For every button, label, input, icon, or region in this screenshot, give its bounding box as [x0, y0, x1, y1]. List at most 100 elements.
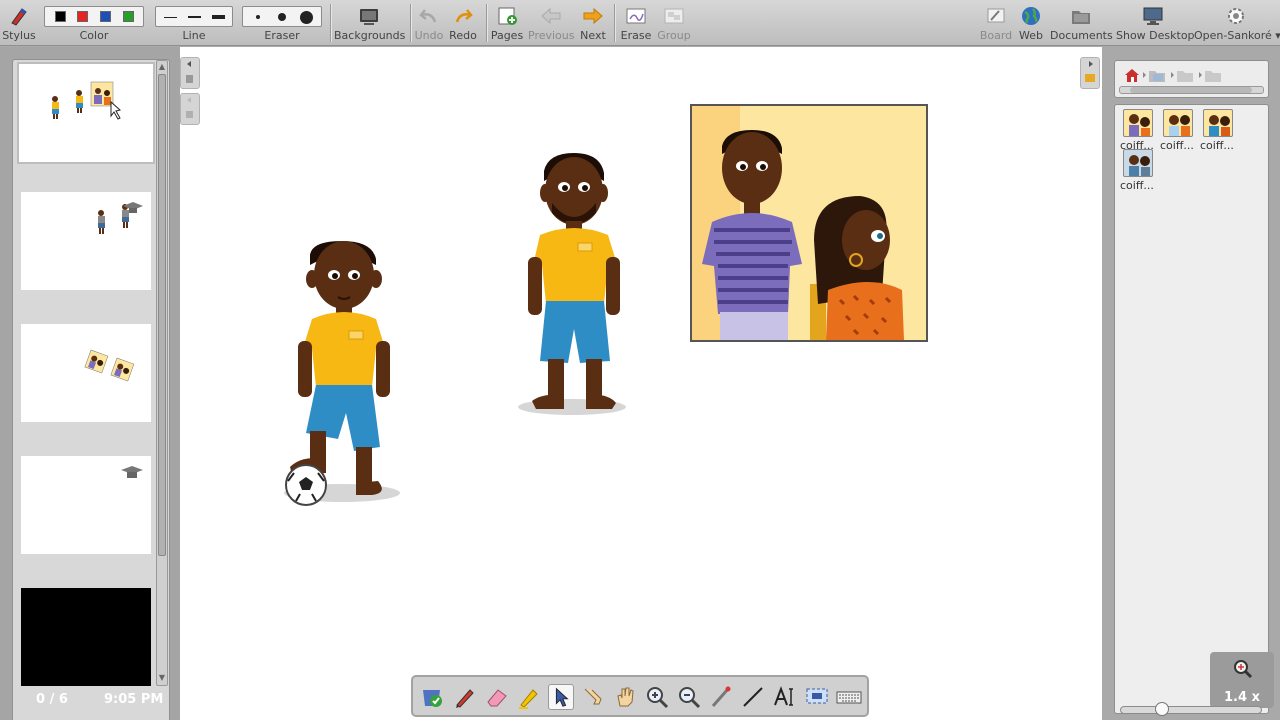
- scroll-up-arrow-icon[interactable]: ▲: [158, 62, 166, 72]
- pen-icon: [456, 689, 474, 708]
- erase-button[interactable]: Erase: [618, 0, 654, 46]
- whiteboard-canvas[interactable]: [180, 47, 1102, 720]
- line-tool-button[interactable]: [740, 684, 766, 710]
- palette-icon: [423, 690, 442, 707]
- page-thumbnail-1[interactable]: [17, 62, 155, 164]
- redo-button[interactable]: Redo: [448, 0, 478, 46]
- couple-picture-image[interactable]: [690, 104, 928, 342]
- eraser-icon: [487, 689, 507, 707]
- color-swatch-green[interactable]: [123, 11, 134, 22]
- zoom-in-button[interactable]: [644, 684, 670, 710]
- virtual-keyboard-button[interactable]: [836, 684, 862, 710]
- text-tool-button[interactable]: [772, 684, 798, 710]
- stylus-label: Stylus: [2, 29, 36, 42]
- hand-pan-button[interactable]: [612, 684, 638, 710]
- breadcrumb-scrollbar[interactable]: [1119, 86, 1264, 94]
- text-icon: [774, 686, 793, 706]
- eraser-tool-button[interactable]: [484, 684, 510, 710]
- page-thumbnail-2[interactable]: [21, 192, 151, 290]
- color-swatches: [44, 6, 144, 27]
- backgrounds-button[interactable]: Backgrounds: [334, 0, 405, 46]
- zoom-indicator[interactable]: 1.4 x: [1210, 652, 1274, 708]
- pointing-hand-icon: [584, 688, 602, 705]
- group-icon: [664, 8, 684, 24]
- line-icon: [743, 687, 763, 707]
- undo-button[interactable]: Undo: [414, 0, 444, 46]
- page-thumbnails-panel: ▲ ▼ 0 / 6 9:05 PM: [0, 47, 180, 720]
- redo-label: Redo: [449, 29, 477, 42]
- laser-pointer-button[interactable]: [708, 684, 734, 710]
- highlighter-icon: [519, 689, 538, 709]
- boy-with-ball-illustration[interactable]: [272, 237, 404, 509]
- cursor-arrow-icon: [555, 687, 569, 707]
- folder-icon: [1177, 71, 1193, 82]
- page-tools-button[interactable]: [180, 93, 200, 125]
- screen-capture-icon: [806, 688, 828, 704]
- standing-man-illustration[interactable]: [516, 151, 628, 421]
- zoom-in-icon: [647, 687, 669, 709]
- color-swatch-blue[interactable]: [100, 11, 111, 22]
- show-desktop-button[interactable]: Show Desktop: [1116, 0, 1195, 46]
- page-thumbnail-5[interactable]: [21, 588, 151, 686]
- page-thumbnail-4[interactable]: [21, 456, 151, 554]
- scroll-down-arrow-icon[interactable]: ▼: [158, 673, 166, 683]
- highlighter-tool-button[interactable]: [516, 684, 542, 710]
- breadcrumb-scrollbar-thumb[interactable]: [1130, 87, 1252, 93]
- documents-label: Documents: [1050, 29, 1113, 42]
- monitor-icon: [1143, 7, 1163, 25]
- pages-label: Pages: [490, 29, 524, 42]
- documents-button[interactable]: Documents: [1050, 0, 1113, 46]
- toolbar-separator: [330, 4, 331, 42]
- library-zoom-slider[interactable]: [1120, 702, 1262, 716]
- previous-arrow-icon: [541, 7, 561, 25]
- group-button[interactable]: Group: [656, 0, 692, 46]
- scrollbar-thumb[interactable]: [158, 74, 166, 556]
- stylus-button[interactable]: Stylus: [2, 0, 36, 46]
- erase-board-icon: [626, 8, 646, 24]
- next-button[interactable]: Next: [578, 0, 608, 46]
- web-button[interactable]: Web: [1016, 0, 1046, 46]
- capture-tool-button[interactable]: [804, 684, 830, 710]
- home-icon: [1125, 69, 1139, 82]
- clock: 9:05 PM: [104, 692, 164, 707]
- collapse-thumbnails-button[interactable]: [180, 57, 200, 89]
- collapse-left-icon: [186, 61, 193, 83]
- eraser-small-option[interactable]: [256, 15, 260, 19]
- select-tool-button[interactable]: [548, 684, 574, 710]
- toolbar-separator: [614, 4, 615, 42]
- gear-icon: [1228, 8, 1244, 24]
- page-1-preview: [52, 81, 122, 120]
- undo-icon: [419, 9, 437, 23]
- board-button[interactable]: Board: [978, 0, 1014, 46]
- erase-label: Erase: [620, 29, 652, 42]
- web-label: Web: [1019, 29, 1043, 42]
- eraser-medium-option[interactable]: [278, 13, 286, 21]
- line-thick-option[interactable]: [212, 15, 225, 19]
- previous-button[interactable]: Previous: [528, 0, 575, 46]
- collapse-right-icon: [1085, 61, 1095, 82]
- line-medium-option[interactable]: [188, 16, 201, 18]
- library-item-thumbnail: [1123, 149, 1153, 177]
- backgrounds-icon: [360, 9, 378, 25]
- page-counter: 0 / 6: [36, 692, 68, 707]
- library-item-label: coiff...: [1160, 139, 1194, 152]
- pages-button[interactable]: Pages: [490, 0, 524, 46]
- eraser-large-option[interactable]: [300, 11, 313, 24]
- line-label: Line: [182, 29, 206, 42]
- color-swatch-red[interactable]: [77, 11, 88, 22]
- page-tools-icon: [186, 97, 193, 118]
- color-swatch-black[interactable]: [55, 11, 66, 22]
- open-sankore-menu[interactable]: Open-Sankoré ▾: [1194, 0, 1280, 46]
- group-label: Group: [657, 29, 691, 42]
- page-thumbnail-3[interactable]: [21, 324, 151, 422]
- pen-tool-button[interactable]: [452, 684, 478, 710]
- eraser-size-selector: [242, 6, 322, 27]
- zoom-slider-handle[interactable]: [1155, 702, 1169, 716]
- line-width-selector: [155, 6, 233, 27]
- thumbnail-scrollbar[interactable]: ▲ ▼: [156, 60, 168, 686]
- play-tool-button[interactable]: [580, 684, 606, 710]
- interactive-widgets-button[interactable]: [420, 684, 446, 710]
- line-thin-option[interactable]: [164, 17, 177, 18]
- collapse-library-button[interactable]: [1080, 57, 1100, 89]
- zoom-out-button[interactable]: [676, 684, 702, 710]
